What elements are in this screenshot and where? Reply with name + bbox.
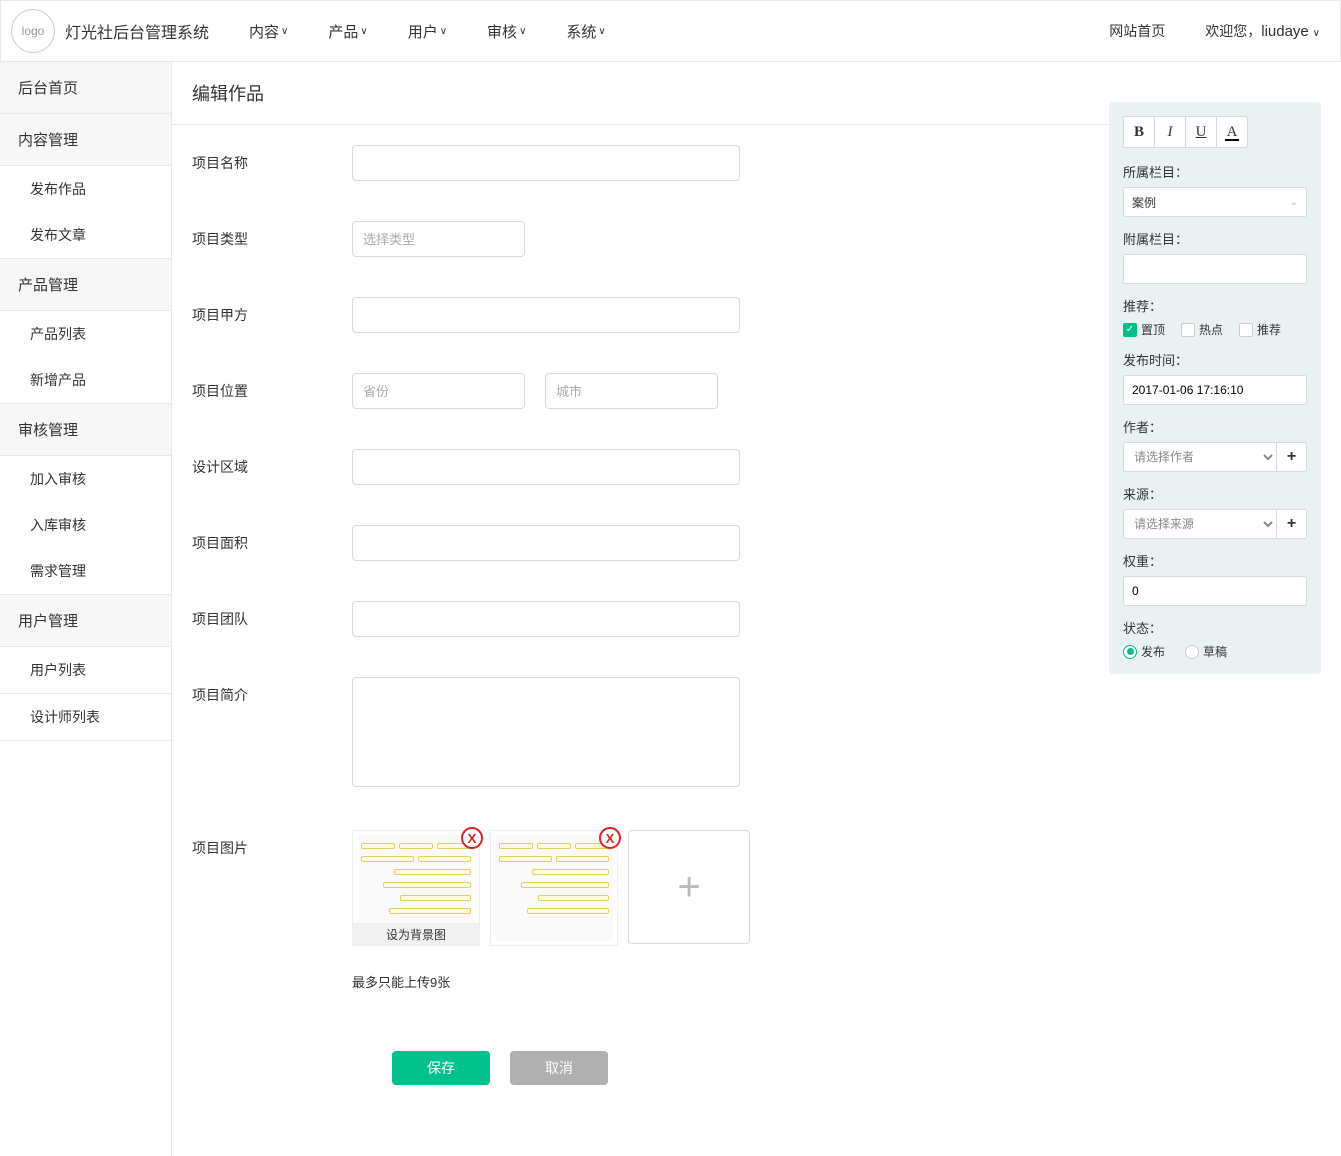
label-status: 状态： bbox=[1123, 618, 1307, 637]
design-area-input[interactable] bbox=[352, 449, 740, 485]
label-project-type: 项目类型 bbox=[192, 221, 352, 249]
side-panel: B I U A 所属栏目： 案例 ⌄ 附属栏目： 推荐： 置顶 热点 推荐 发布… bbox=[1109, 102, 1321, 674]
sidebar-home[interactable]: 后台首页 bbox=[0, 62, 171, 114]
sidebar-content-head[interactable]: 内容管理 bbox=[0, 114, 171, 166]
font-color-button[interactable]: A bbox=[1216, 116, 1248, 148]
sidebar-item-stock-audit[interactable]: 入库审核 bbox=[0, 502, 171, 548]
project-size-input[interactable] bbox=[352, 525, 740, 561]
italic-button[interactable]: I bbox=[1154, 116, 1186, 148]
label-project-team: 项目团队 bbox=[192, 601, 352, 629]
chevron-down-icon: ∨ bbox=[440, 26, 447, 37]
plus-icon: + bbox=[677, 867, 700, 907]
site-title: 灯光社后台管理系统 bbox=[65, 19, 209, 43]
city-input[interactable] bbox=[545, 373, 718, 409]
label-attach: 附属栏目： bbox=[1123, 229, 1307, 248]
delete-image-button[interactable]: X bbox=[599, 827, 621, 849]
label-project-owner: 项目甲方 bbox=[192, 297, 352, 325]
delete-image-button[interactable]: X bbox=[461, 827, 483, 849]
label-project-images: 项目图片 bbox=[192, 830, 352, 858]
label-recommend: 推荐： bbox=[1123, 296, 1307, 315]
nav-user[interactable]: 用户∨ bbox=[408, 21, 447, 42]
sidebar-item-join-audit[interactable]: 加入审核 bbox=[0, 456, 171, 502]
image-hint: 最多只能上传9张 bbox=[352, 972, 1089, 991]
nav-product[interactable]: 产品∨ bbox=[328, 21, 367, 42]
sidebar-item-designer-list[interactable]: 设计师列表 bbox=[0, 694, 171, 741]
chevron-down-icon: ∨ bbox=[519, 26, 526, 37]
sidebar-item-user-list[interactable]: 用户列表 bbox=[0, 647, 171, 694]
chevron-down-icon: ∨ bbox=[281, 26, 288, 37]
underline-button[interactable]: U bbox=[1185, 116, 1217, 148]
project-type-select[interactable] bbox=[352, 221, 525, 257]
label-source: 来源： bbox=[1123, 484, 1307, 503]
sidebar-audit-head[interactable]: 审核管理 bbox=[0, 404, 171, 456]
label-author: 作者： bbox=[1123, 417, 1307, 436]
nav-system[interactable]: 系统∨ bbox=[566, 21, 605, 42]
attach-input[interactable] bbox=[1123, 254, 1307, 284]
radio-publish[interactable]: 发布 bbox=[1123, 643, 1165, 660]
add-source-button[interactable]: + bbox=[1277, 509, 1307, 539]
author-select[interactable]: 请选择作者 bbox=[1123, 442, 1277, 472]
page-title: 编辑作品 bbox=[172, 62, 1109, 125]
sidebar-item-publish-article[interactable]: 发布文章 bbox=[0, 212, 171, 259]
set-background-button[interactable]: 设为背景图 bbox=[353, 923, 479, 945]
site-home-link[interactable]: 网站首页 bbox=[1109, 21, 1165, 41]
source-select[interactable]: 请选择来源 bbox=[1123, 509, 1277, 539]
save-button[interactable]: 保存 bbox=[392, 1051, 490, 1085]
add-image-button[interactable]: + bbox=[628, 830, 750, 944]
sidebar-product-head[interactable]: 产品管理 bbox=[0, 259, 171, 311]
label-project-location: 项目位置 bbox=[192, 373, 352, 401]
checkbox-hot[interactable]: 热点 bbox=[1181, 321, 1223, 338]
publish-time-input[interactable] bbox=[1123, 375, 1307, 405]
project-name-input[interactable] bbox=[352, 145, 740, 181]
image-thumb[interactable]: X bbox=[490, 830, 618, 946]
form-area: 编辑作品 项目名称 项目类型 项目甲方 项目位置 设计区域 bbox=[172, 62, 1109, 1156]
image-preview bbox=[495, 835, 613, 941]
nav-audit[interactable]: 审核∨ bbox=[487, 21, 526, 42]
add-author-button[interactable]: + bbox=[1277, 442, 1307, 472]
bold-button[interactable]: B bbox=[1123, 116, 1155, 148]
user-menu[interactable]: 欢迎您，liudaye ∨ bbox=[1205, 21, 1320, 41]
chevron-down-icon: ⌄ bbox=[1290, 197, 1298, 208]
project-team-input[interactable] bbox=[352, 601, 740, 637]
image-thumb[interactable]: X 设为背景图 bbox=[352, 830, 480, 946]
label-design-area: 设计区域 bbox=[192, 449, 352, 477]
sidebar-item-product-list[interactable]: 产品列表 bbox=[0, 311, 171, 357]
label-publish-time: 发布时间： bbox=[1123, 350, 1307, 369]
radio-draft[interactable]: 草稿 bbox=[1185, 643, 1227, 660]
sidebar-item-publish-work[interactable]: 发布作品 bbox=[0, 166, 171, 212]
cancel-button[interactable]: 取消 bbox=[510, 1051, 608, 1085]
project-intro-textarea[interactable] bbox=[352, 677, 740, 787]
header: logo 灯光社后台管理系统 内容∨ 产品∨ 用户∨ 审核∨ 系统∨ 网站首页 … bbox=[0, 0, 1341, 62]
checkbox-recommend[interactable]: 推荐 bbox=[1239, 321, 1281, 338]
project-owner-input[interactable] bbox=[352, 297, 740, 333]
sidebar: 后台首页 内容管理 发布作品 发布文章 产品管理 产品列表 新增产品 审核管理 … bbox=[0, 62, 172, 1156]
checkbox-top[interactable]: 置顶 bbox=[1123, 321, 1165, 338]
label-project-name: 项目名称 bbox=[192, 145, 352, 173]
nav-content[interactable]: 内容∨ bbox=[249, 21, 288, 42]
sidebar-user-head[interactable]: 用户管理 bbox=[0, 595, 171, 647]
sidebar-item-demand[interactable]: 需求管理 bbox=[0, 548, 171, 595]
label-project-size: 项目面积 bbox=[192, 525, 352, 553]
label-category: 所属栏目： bbox=[1123, 162, 1307, 181]
chevron-down-icon: ∨ bbox=[598, 26, 605, 37]
chevron-down-icon: ∨ bbox=[1313, 28, 1320, 39]
logo: logo bbox=[11, 9, 55, 53]
province-input[interactable] bbox=[352, 373, 525, 409]
top-nav: 内容∨ 产品∨ 用户∨ 审核∨ 系统∨ bbox=[249, 21, 606, 42]
label-weight: 权重： bbox=[1123, 551, 1307, 570]
label-project-intro: 项目简介 bbox=[192, 677, 352, 705]
format-toolbar: B I U A bbox=[1123, 116, 1307, 148]
chevron-down-icon: ∨ bbox=[360, 26, 367, 37]
weight-input[interactable] bbox=[1123, 576, 1307, 606]
sidebar-item-add-product[interactable]: 新增产品 bbox=[0, 357, 171, 404]
category-select[interactable]: 案例 ⌄ bbox=[1123, 187, 1307, 217]
